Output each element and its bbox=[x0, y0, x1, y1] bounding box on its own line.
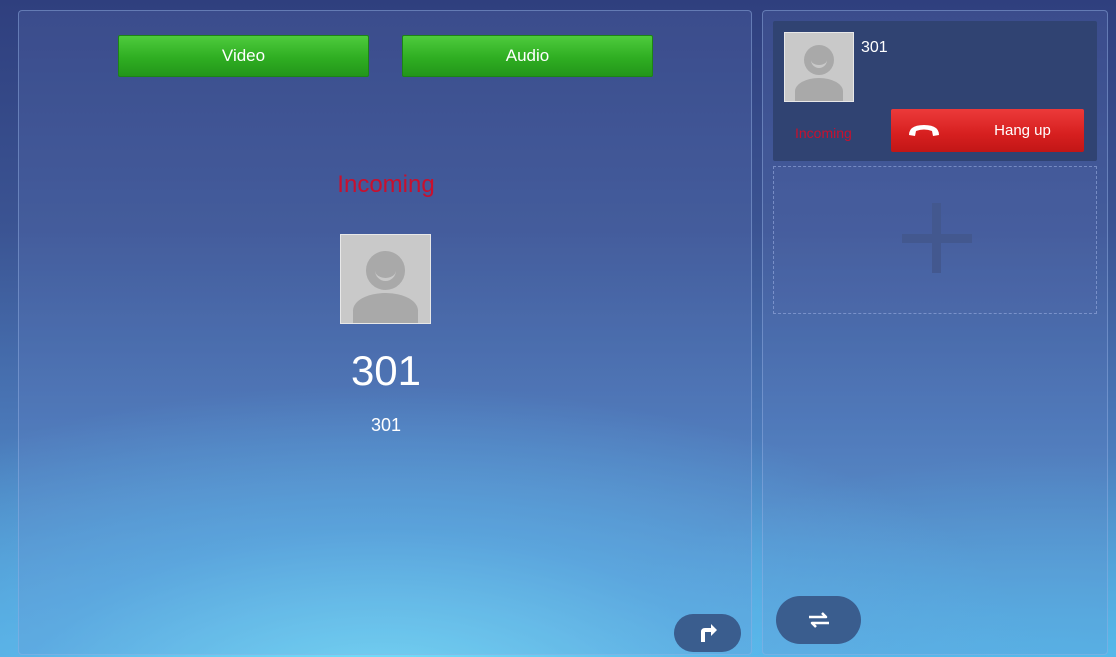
call-card-status: Incoming bbox=[795, 125, 852, 141]
call-list-panel: 301 Incoming Hang up bbox=[762, 10, 1108, 655]
active-call-card[interactable]: 301 Incoming Hang up bbox=[773, 21, 1097, 161]
caller-avatar-icon bbox=[340, 234, 431, 324]
caller-number: 301 bbox=[370, 415, 402, 435]
plus-icon-vertical bbox=[932, 203, 941, 273]
swap-call-button[interactable] bbox=[776, 596, 861, 644]
call-avatar-icon bbox=[784, 32, 854, 102]
call-card-name: 301 bbox=[861, 39, 888, 56]
call-status: Incoming bbox=[337, 171, 435, 198]
video-answer-button[interactable]: Video bbox=[118, 35, 369, 77]
main-call-panel: Video Audio Incoming 301 301 bbox=[18, 10, 752, 655]
forward-arrow-icon bbox=[700, 624, 717, 642]
hang-up-label: Hang up bbox=[994, 122, 1051, 139]
forward-button[interactable] bbox=[674, 614, 741, 652]
video-answer-label: Video bbox=[221, 46, 266, 65]
swap-arrows-icon bbox=[808, 612, 829, 628]
hang-up-button[interactable]: Hang up bbox=[891, 109, 1084, 152]
caller-name: 301 bbox=[350, 347, 422, 394]
audio-answer-button[interactable]: Audio bbox=[402, 35, 653, 77]
audio-answer-label: Audio bbox=[505, 46, 550, 65]
add-call-slot[interactable] bbox=[773, 166, 1097, 314]
call-screen: Video Audio Incoming 301 301 301 Incomin… bbox=[0, 0, 1116, 657]
